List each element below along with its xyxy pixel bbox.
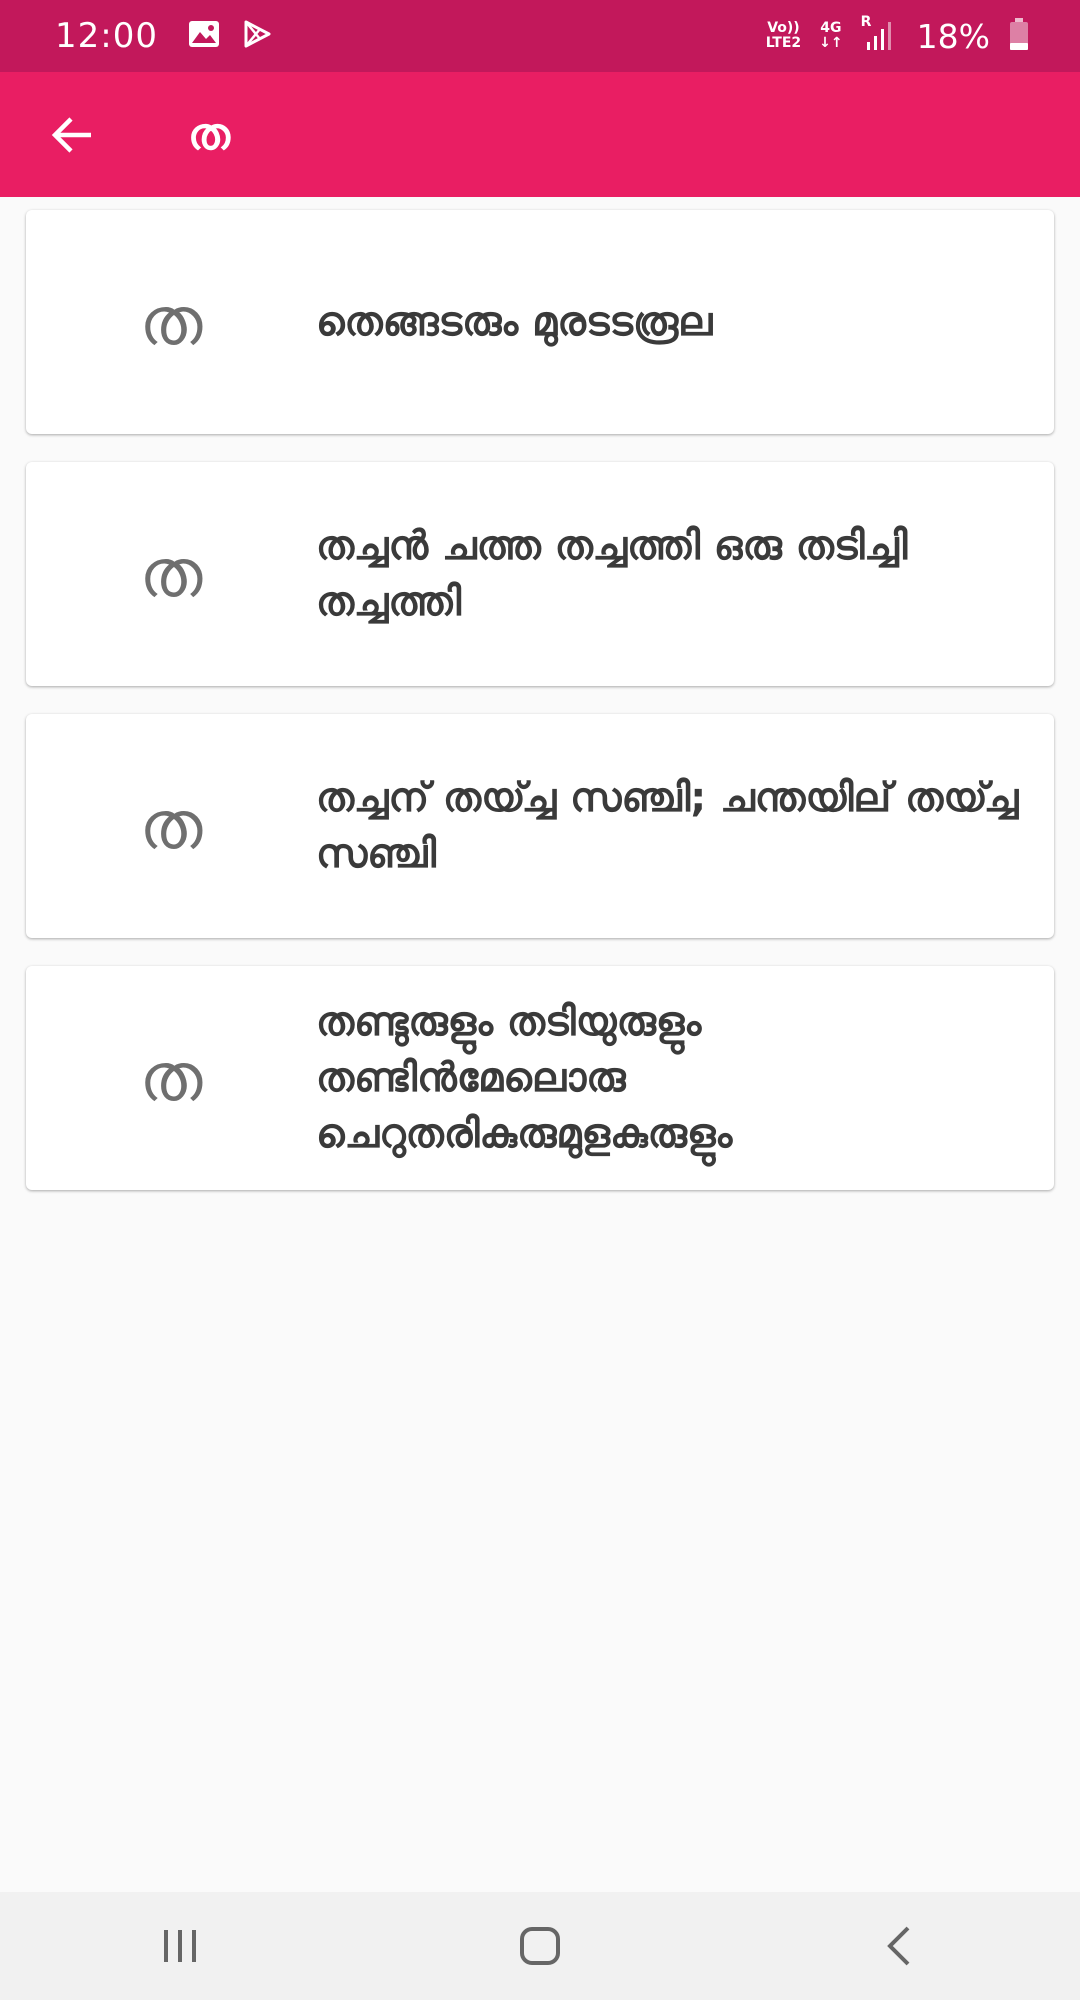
card-letter: ത (139, 1038, 203, 1116)
page-title: ത (188, 109, 230, 160)
list-item[interactable]: ത തണ്ടുരുളും തടിയുരുളും തണ്ടിൻമേലൊരു ചെറ… (26, 966, 1054, 1190)
home-button[interactable] (480, 1896, 600, 1996)
card-letter: ത (139, 534, 203, 612)
status-bar: 12:00 Vo)) LTE2 4G ↓↑ R 18% (0, 0, 1080, 72)
back-button[interactable] (28, 90, 118, 180)
home-icon (520, 1927, 560, 1965)
arrow-left-icon (51, 116, 91, 153)
system-back-button[interactable] (840, 1896, 960, 1996)
roaming-label: R (860, 14, 872, 30)
list-item[interactable]: ത തച്ചന് തയ്ച്ച സഞ്ചി; ചന്തയില് തയ്ച്ച സ… (26, 714, 1054, 938)
recent-apps-button[interactable] (120, 1896, 240, 1996)
battery-icon (1008, 17, 1030, 55)
card-letter: ത (139, 282, 203, 360)
image-icon (188, 20, 220, 52)
network-type-indicator: 4G ↓↑ (819, 20, 843, 51)
app-bar: ത (0, 72, 1080, 197)
card-text: തെങ്ങടരും മുരടടരൂല (316, 299, 713, 345)
tongue-twister-list: ത തെങ്ങടരും മുരടടരൂല ത തച്ചൻ ചത്ത തച്ചത്… (26, 210, 1054, 1218)
status-time: 12:00 (55, 16, 158, 56)
card-text: തച്ചന് തയ്ച്ച സഞ്ചി; ചന്തയില് തയ്ച്ച സഞ്… (316, 775, 1019, 877)
recent-apps-icon (164, 1930, 196, 1962)
list-item[interactable]: ത തെങ്ങടരും മുരടടരൂല (26, 210, 1054, 434)
battery-percentage: 18% (916, 16, 990, 56)
play-store-icon (242, 19, 272, 53)
card-letter: ത (139, 786, 203, 864)
back-icon (887, 1926, 910, 1966)
signal-icon: R (861, 14, 893, 52)
navigation-bar (0, 1892, 1080, 2000)
card-text: തണ്ടുരുളും തടിയുരുളും തണ്ടിൻമേലൊരു ചെറുത… (316, 999, 733, 1157)
card-text: തച്ചൻ ചത്ത തച്ചത്തി ഒരു തടിച്ചി തച്ചത്തി (316, 523, 908, 625)
list-item[interactable]: ത തച്ചൻ ചത്ത തച്ചത്തി ഒരു തടിച്ചി തച്ചത്… (26, 462, 1054, 686)
volte-indicator: Vo)) LTE2 (765, 20, 802, 51)
